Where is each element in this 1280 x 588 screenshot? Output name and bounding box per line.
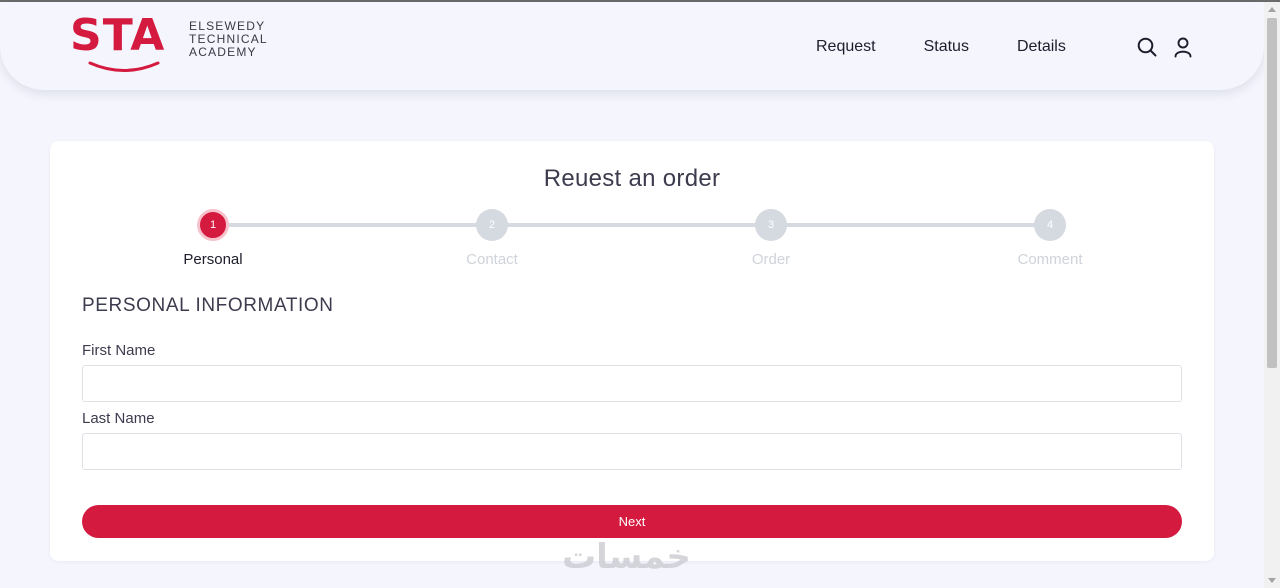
step-label: Contact: [466, 251, 518, 268]
user-icon[interactable]: [1172, 36, 1194, 58]
last-name-label: Last Name: [82, 410, 155, 427]
step-order[interactable]: 3 Order: [701, 209, 841, 268]
step-personal[interactable]: 1 Personal: [143, 209, 283, 268]
nav-link-request[interactable]: Request: [816, 38, 876, 56]
step-number-badge: 4: [1034, 209, 1066, 241]
progress-stepper: 1 Personal 2 Contact 3 Order 4 Comment: [50, 209, 1214, 273]
step-comment[interactable]: 4 Comment: [980, 209, 1120, 268]
first-name-label: First Name: [82, 342, 156, 359]
logo-swoosh-icon: [88, 61, 160, 72]
step-number-badge: 1: [197, 209, 229, 241]
step-contact[interactable]: 2 Contact: [422, 209, 562, 268]
logo-subtitle: ELSEWEDY TECHNICAL ACADEMY: [189, 20, 268, 59]
nav-link-status[interactable]: Status: [924, 38, 969, 56]
sta-logo[interactable]: STA ELSEWEDY TECHNICAL ACADEMY: [70, 14, 270, 76]
logo-wordmark: STA: [70, 10, 166, 61]
scroll-up-icon[interactable]: [1268, 7, 1276, 12]
next-button[interactable]: Next: [82, 505, 1182, 538]
scrollbar-thumb[interactable]: [1267, 18, 1277, 368]
scroll-down-icon[interactable]: [1268, 578, 1276, 583]
logo-subtitle-line: ACADEMY: [189, 45, 257, 59]
step-number-badge: 3: [755, 209, 787, 241]
stepper-track: [213, 223, 1051, 227]
main-nav: Request Status Details: [816, 38, 1114, 56]
vertical-scrollbar[interactable]: [1264, 2, 1280, 588]
step-label: Personal: [183, 251, 243, 268]
last-name-field[interactable]: [82, 433, 1182, 470]
step-label: Comment: [1017, 251, 1083, 268]
page-title: Reuest an order: [543, 165, 721, 192]
first-name-field[interactable]: [82, 365, 1182, 402]
top-navbar: STA ELSEWEDY TECHNICAL ACADEMY Request S…: [0, 2, 1264, 90]
khamsat-watermark: خمسات: [562, 537, 691, 577]
step-label: Order: [751, 251, 791, 268]
search-icon[interactable]: [1136, 36, 1158, 58]
step-number-badge: 2: [476, 209, 508, 241]
nav-link-details[interactable]: Details: [1017, 38, 1066, 56]
section-title: PERSONAL INFORMATION: [82, 295, 334, 316]
order-request-card: Reuest an order 1 Personal 2 Contact 3 O…: [50, 141, 1214, 561]
